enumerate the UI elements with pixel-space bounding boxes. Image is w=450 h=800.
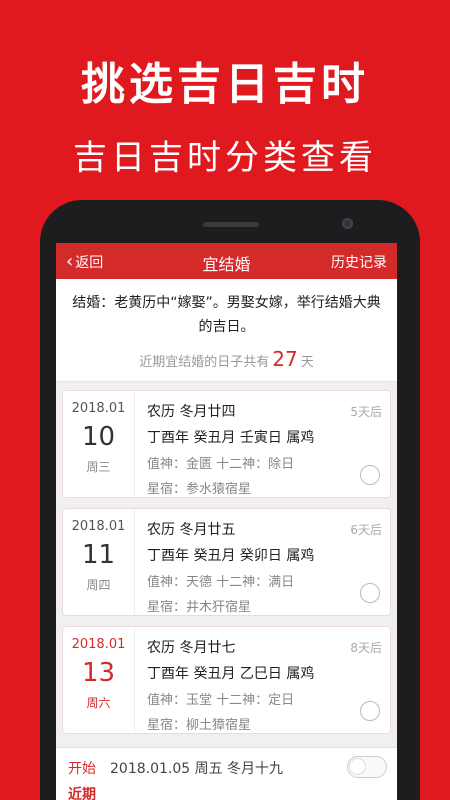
weekday: 周三 xyxy=(86,460,111,474)
promo-subline: 吉日吉时分类查看 xyxy=(73,138,377,178)
day-card[interactable]: 2018.01 11 周四 农历 冬月廿五 丁酉年 癸丑月 癸卯日 属鸡 值神：… xyxy=(62,508,391,616)
day-info: 农历 冬月廿五 丁酉年 癸丑月 癸卯日 属鸡 值神：天德 十二神：满日 星宿：井… xyxy=(147,519,382,615)
days-later: 5天后 xyxy=(350,405,382,419)
zhishen: 值神：天德 十二神：满日 xyxy=(147,575,295,590)
days-later: 6天后 xyxy=(350,523,382,537)
xingxiu: 星宿：井木犴宿星 xyxy=(147,600,252,615)
day-card[interactable]: 2018.01 10 周三 农历 冬月廿四 丁酉年 癸丑月 壬寅日 属鸡 值神：… xyxy=(62,390,391,498)
select-radio[interactable] xyxy=(360,701,380,721)
date-range-bar: 开始 2018.01.05 周五 冬月十九 近期 xyxy=(56,747,397,800)
lunar-date: 农历 冬月廿四 xyxy=(147,404,236,420)
zhishen: 值神：金匮 十二神：除日 xyxy=(147,457,295,472)
camera-icon xyxy=(342,218,353,229)
day-list: 2018.01 10 周三 农历 冬月廿四 丁酉年 癸丑月 壬寅日 属鸡 值神：… xyxy=(56,382,397,734)
end-label: 近期 xyxy=(68,787,96,800)
select-radio[interactable] xyxy=(360,465,380,485)
speaker-grille xyxy=(203,222,259,227)
year-month: 2018.01 xyxy=(71,401,126,416)
day-count-suffix: 天 xyxy=(300,355,314,370)
ganzhi: 丁酉年 癸丑月 壬寅日 属鸡 xyxy=(147,430,315,446)
date-column: 2018.01 10 周三 xyxy=(63,391,135,497)
day-count-value: 27 xyxy=(272,347,298,371)
range-toggle[interactable] xyxy=(347,756,387,778)
start-label: 开始 xyxy=(68,761,96,777)
weekday: 周六 xyxy=(86,696,111,710)
nav-bar: ‹ 返回 宜结婚 历史记录 xyxy=(56,243,397,279)
xingxiu: 星宿：参水猿宿星 xyxy=(147,482,252,497)
toggle-knob xyxy=(349,758,366,775)
select-radio[interactable] xyxy=(360,583,380,603)
history-button[interactable]: 历史记录 xyxy=(331,252,387,272)
weekday: 周四 xyxy=(86,578,111,592)
start-date-value[interactable]: 2018.01.05 周五 冬月十九 xyxy=(110,758,283,778)
app-screen: ‹ 返回 宜结婚 历史记录 结婚：老黄历中“嫁娶”。男娶女嫁，举行结婚大典的吉日… xyxy=(56,243,397,800)
day-card[interactable]: 2018.01 13 周六 农历 冬月廿七 丁酉年 癸丑月 乙巳日 属鸡 值神：… xyxy=(62,626,391,734)
promo-headline: 挑选吉日吉时 xyxy=(81,59,369,110)
date-column: 2018.01 11 周四 xyxy=(63,509,135,615)
lunar-date: 农历 冬月廿五 xyxy=(147,522,236,538)
day-info: 农历 冬月廿四 丁酉年 癸丑月 壬寅日 属鸡 值神：金匮 十二神：除日 星宿：参… xyxy=(147,401,382,497)
xingxiu: 星宿：柳土獐宿星 xyxy=(147,718,252,733)
ganzhi: 丁酉年 癸丑月 乙巳日 属鸡 xyxy=(147,666,315,682)
year-month: 2018.01 xyxy=(71,637,126,652)
day-number: 11 xyxy=(81,540,116,570)
intro-description: 结婚：老黄历中“嫁娶”。男娶女嫁，举行结婚大典的吉日。 xyxy=(72,295,381,335)
lunar-date: 农历 冬月廿七 xyxy=(147,640,236,656)
intro-panel: 结婚：老黄历中“嫁娶”。男娶女嫁，举行结婚大典的吉日。 近期宜结婚的日子共有 27… xyxy=(56,279,397,382)
day-info: 农历 冬月廿七 丁酉年 癸丑月 乙巳日 属鸡 值神：玉堂 十二神：定日 星宿：柳… xyxy=(147,637,382,733)
day-number: 13 xyxy=(81,658,116,688)
day-number: 10 xyxy=(81,422,116,452)
date-column: 2018.01 13 周六 xyxy=(63,627,135,733)
day-count: 近期宜结婚的日子共有 27 天 xyxy=(70,347,383,371)
ganzhi: 丁酉年 癸丑月 癸卯日 属鸡 xyxy=(147,548,315,564)
day-count-prefix: 近期宜结婚的日子共有 xyxy=(139,355,270,370)
year-month: 2018.01 xyxy=(71,519,126,534)
days-later: 8天后 xyxy=(350,641,382,655)
zhishen: 值神：玉堂 十二神：定日 xyxy=(147,693,295,708)
